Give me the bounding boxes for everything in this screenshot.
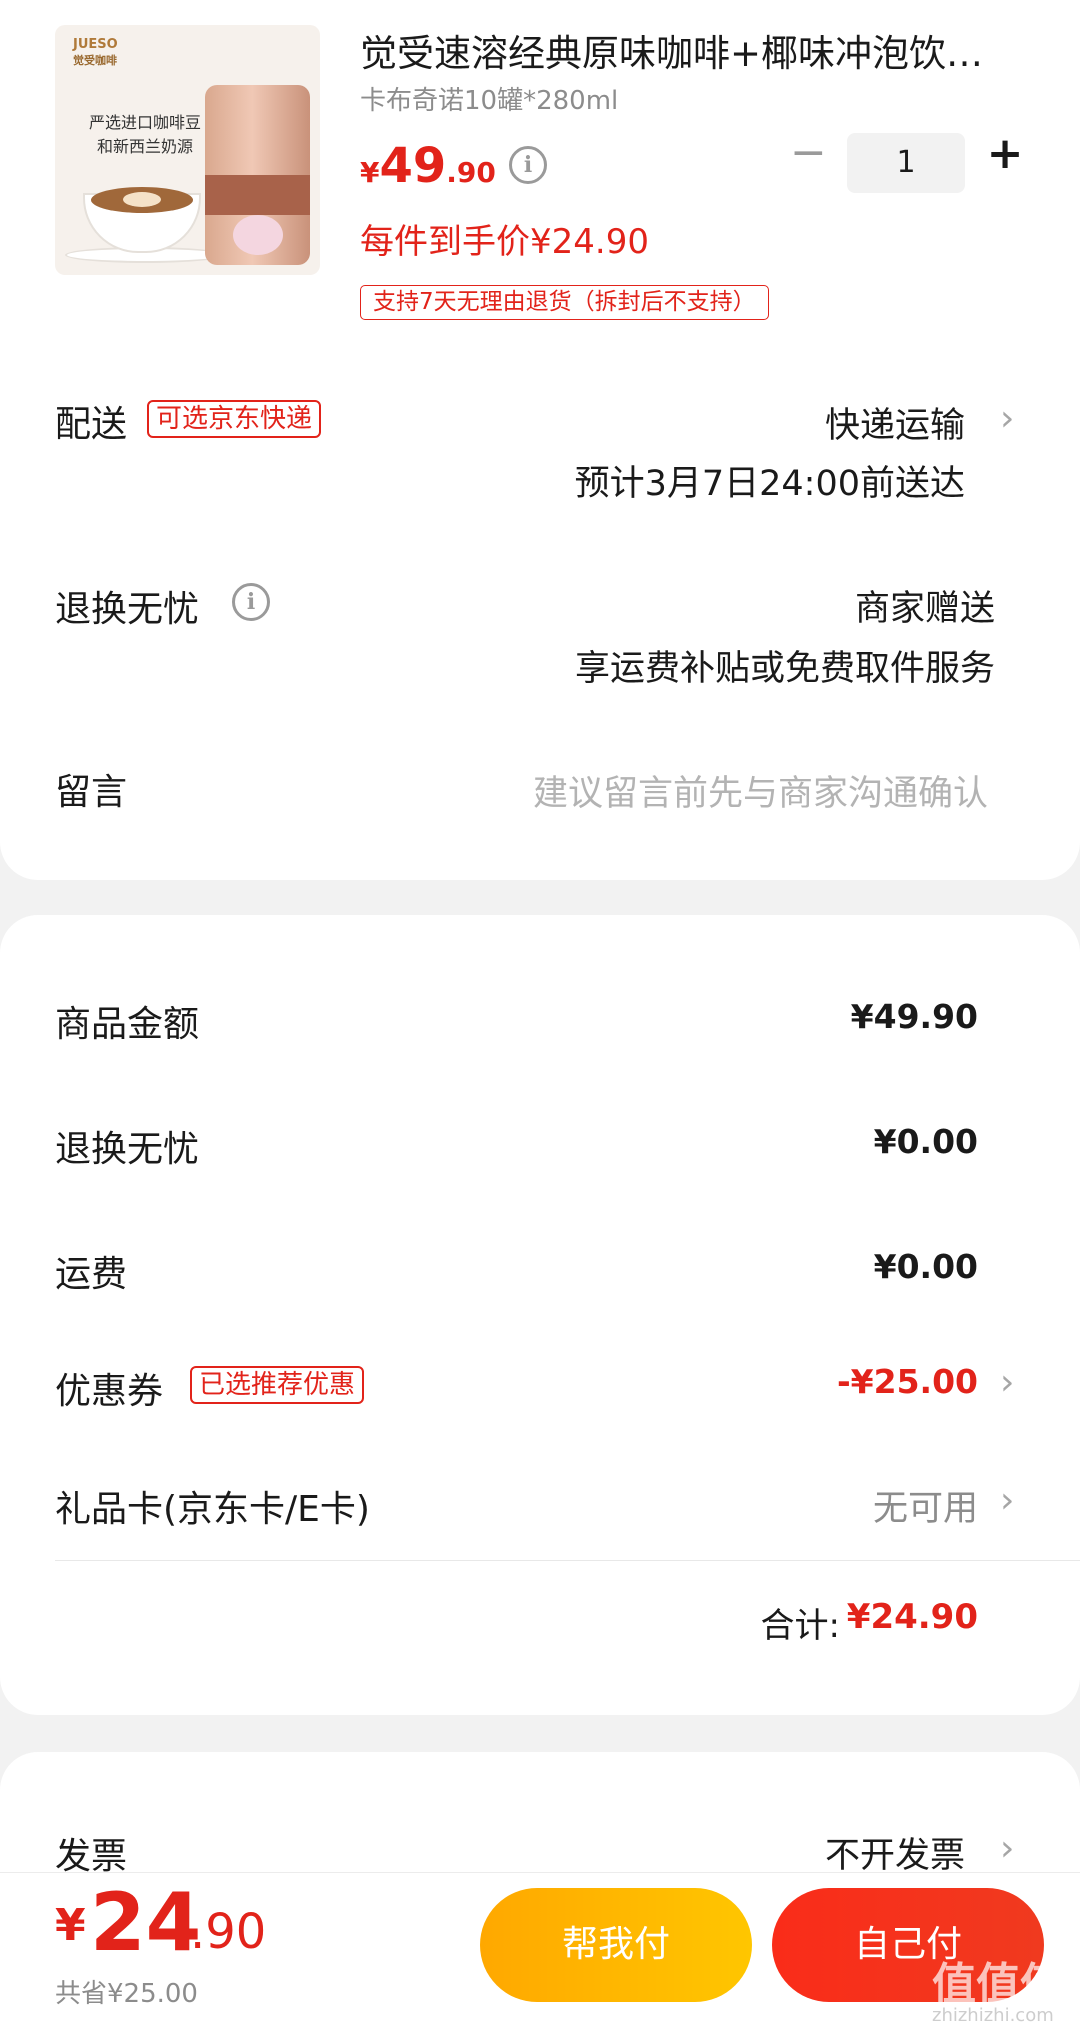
pay-amount-dec: .90 [190, 1904, 267, 1960]
jd-express-tag: 可选京东快递 [147, 400, 322, 438]
product-image[interactable]: JUESO 觉受咖啡 严选进口咖啡豆 和新西兰奶源 [55, 25, 320, 275]
shipping-fee-value: ¥0.00 [873, 1247, 978, 1286]
quantity-minus-icon[interactable]: − [790, 131, 827, 175]
latte-foam-graphic [123, 192, 161, 207]
quantity-input[interactable]: 1 [847, 133, 965, 193]
total-value: ¥24.90 [846, 1597, 978, 1637]
can-heart-graphic [233, 215, 283, 255]
coupon-label: 优惠券 [55, 1371, 164, 1412]
quantity-plus-icon[interactable]: + [985, 132, 1025, 176]
invoice-chevron-right-icon[interactable]: › [1000, 1828, 1014, 1869]
delivery-chevron-right-icon[interactable]: › [1000, 398, 1014, 439]
coupon-recommended-tag: 已选推荐优惠 [190, 1366, 365, 1404]
delivery-method[interactable]: 快递运输 [825, 397, 965, 448]
invoice-value[interactable]: 不开发票 [825, 1827, 965, 1878]
price-info-icon[interactable]: i [509, 146, 547, 184]
delivery-eta: 预计3月7日24:00前送达 [574, 464, 965, 504]
summary-divider [55, 1560, 1080, 1561]
final-unit-price: 每件到手价¥24.90 [360, 222, 649, 262]
watermark-url: zhizhizhi.com [932, 2005, 1054, 2026]
product-title[interactable]: 觉受速溶经典原味咖啡+椰味冲泡饮… [360, 30, 1010, 78]
coupon-discount-value[interactable]: -¥25.00 [837, 1362, 978, 1401]
note-input[interactable]: 建议留言前先与商家沟通确认 [533, 765, 988, 816]
watermark: 值值值 [932, 1959, 1064, 2010]
saved-amount: 共省¥25.00 [55, 1979, 198, 2009]
gift-card-value[interactable]: 无可用 [873, 1480, 978, 1531]
worry-free-provider: 商家赠送 [854, 589, 995, 629]
total-label: 合计: [760, 1606, 840, 1646]
return-policy-tag: 支持7天无理由退货（拆封后不支持） [360, 285, 769, 320]
worry-free-info-icon[interactable]: i [232, 583, 270, 621]
order-item-card: JUESO 觉受咖啡 严选进口咖啡豆 和新西兰奶源 觉受速溶经典原味咖啡+椰味冲… [0, 0, 1080, 880]
pay-amount-symbol: ¥ [55, 1900, 86, 1951]
goods-amount-label: 商品金额 [55, 1004, 200, 1045]
worry-free-fee-value: ¥0.00 [873, 1122, 978, 1161]
checkout-page: JUESO 觉受咖啡 严选进口咖啡豆 和新西兰奶源 觉受速溶经典原味咖啡+椰味冲… [0, 0, 1080, 2035]
goods-amount-value: ¥49.90 [850, 997, 978, 1036]
coupon-chevron-right-icon[interactable]: › [1000, 1362, 1014, 1403]
shipping-fee-label: 运费 [55, 1254, 128, 1295]
gift-card-chevron-right-icon[interactable]: › [1000, 1480, 1014, 1521]
help-pay-button[interactable]: 帮我付 [480, 1888, 752, 2002]
gift-card-label: 礼品卡(京东卡/E卡) [55, 1489, 370, 1530]
product-spec[interactable]: 卡布奇诺10罐*280ml [360, 80, 618, 117]
brand-logo: JUESO 觉受咖啡 [73, 37, 118, 67]
can-band-graphic [205, 175, 310, 215]
worry-free-desc: 享运费补贴或免费取件服务 [574, 649, 995, 689]
pay-amount-int: 24 [90, 1876, 202, 1969]
note-label: 留言 [55, 772, 128, 813]
product-price: ¥49.90 [360, 138, 496, 194]
worry-free-label: 退换无忧 [55, 589, 200, 630]
delivery-label: 配送 [55, 404, 128, 445]
product-image-caption: 严选进口咖啡豆 和新西兰奶源 [88, 113, 201, 156]
worry-free-fee-label: 退换无忧 [55, 1129, 200, 1170]
